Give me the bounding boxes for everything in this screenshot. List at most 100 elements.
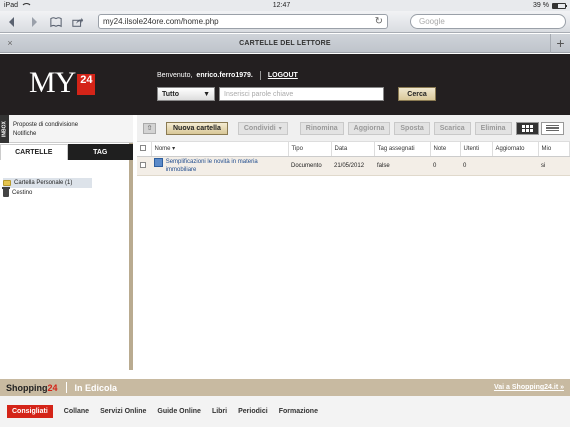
keyword-placeholder: Inserisci parole chiave xyxy=(224,90,294,98)
row-tags: false xyxy=(374,156,430,176)
new-tab-button[interactable]: + xyxy=(550,33,570,53)
row-updated xyxy=(492,156,538,176)
share-button[interactable]: Condividi xyxy=(237,121,288,135)
row-users: 0 xyxy=(460,156,492,176)
list-icon xyxy=(546,124,559,132)
tab-close-icon[interactable]: × xyxy=(0,38,20,48)
footer-nav-libri[interactable]: Libri xyxy=(212,408,227,415)
search-scope-select[interactable]: Tutto ▼ xyxy=(157,87,215,101)
action-toolbar: ⇧ Nuova cartella Condividi Rinomina Aggi… xyxy=(137,115,570,142)
column-header-mine[interactable]: Mio xyxy=(538,142,570,157)
files-table: Nome ▾ Tipo Data Tag assegnati Note Uten… xyxy=(137,142,570,176)
folder-tree: Cartella Personale (1) Cestino xyxy=(2,178,93,198)
welcome-bar: Benvenuto, enrico.ferro1979. LOGOUT xyxy=(157,71,298,80)
download-button[interactable]: Scarica xyxy=(433,121,471,135)
select-all-checkbox[interactable] xyxy=(137,142,152,157)
table-row[interactable]: Semplificazioni le novità in materia imm… xyxy=(137,156,570,176)
keyword-input[interactable]: Inserisci parole chiave xyxy=(219,87,384,101)
tab-tags[interactable]: TAG xyxy=(67,144,133,160)
welcome-text: Benvenuto, xyxy=(157,72,193,79)
site-header: MY 24 Benvenuto, enrico.ferro1979. LOGOU… xyxy=(0,54,570,115)
column-header-tags[interactable]: Tag assegnati xyxy=(374,142,431,157)
column-header-users[interactable]: Utenti xyxy=(460,142,493,157)
chevron-down-icon: ▼ xyxy=(203,90,210,98)
shopping24-link[interactable]: Vai a Shopping24.it » xyxy=(494,384,564,391)
my24-logo[interactable]: MY 24 xyxy=(29,66,96,99)
logout-link[interactable]: LOGOUT xyxy=(268,72,298,79)
column-header-notes[interactable]: Note xyxy=(430,142,461,157)
footer-nav: Consigliati Collane Servizi Online Guide… xyxy=(0,396,570,427)
divider xyxy=(259,71,261,80)
back-icon[interactable] xyxy=(4,15,20,29)
list-view-button[interactable] xyxy=(541,121,564,135)
table-header-row: Nome ▾ Tipo Data Tag assegnati Note Uten… xyxy=(137,142,570,157)
inbox-link-proposals[interactable]: Proposte di condivisione xyxy=(13,121,78,130)
folder-icon xyxy=(3,180,11,186)
tree-item-label: Cartella Personale (1) xyxy=(14,180,73,186)
row-name[interactable]: Semplificazioni le novità in materia imm… xyxy=(151,156,288,176)
search-button[interactable]: Cerca xyxy=(398,87,436,101)
footer-nav-collane[interactable]: Collane xyxy=(64,408,89,415)
grid-view-button[interactable] xyxy=(516,121,539,135)
column-header-type[interactable]: Tipo xyxy=(288,142,332,157)
divider xyxy=(65,382,67,393)
shopping-bar: Shopping24 In Edicola Vai a Shopping24.i… xyxy=(0,379,570,396)
row-date: 21/05/2012 xyxy=(331,156,374,176)
footer-nav-periodici[interactable]: Periodici xyxy=(238,408,268,415)
delete-button[interactable]: Elimina xyxy=(474,121,512,135)
row-notes: 0 xyxy=(430,156,460,176)
reload-icon[interactable]: ↻ xyxy=(375,16,383,27)
carrier-label: iPad xyxy=(4,2,19,9)
search-scope-value: Tutto xyxy=(162,90,179,98)
logo-text: MY xyxy=(29,66,76,99)
row-mine: si xyxy=(538,156,570,176)
grid-icon xyxy=(521,124,534,132)
row-type: Documento xyxy=(288,156,331,176)
move-button[interactable]: Sposta xyxy=(394,121,430,135)
status-bar: iPad 12:47 39 % xyxy=(0,0,570,11)
footer-nav-formazione[interactable]: Formazione xyxy=(279,408,318,415)
main-panel: ⇧ Nuova cartella Condividi Rinomina Aggi… xyxy=(137,115,570,370)
sidebar: INBOX Proposte di condivisione Notifiche… xyxy=(0,115,133,370)
folder-up-icon[interactable]: ⇧ xyxy=(143,122,156,134)
footer-nav-servizi-online[interactable]: Servizi Online xyxy=(100,408,146,415)
document-icon xyxy=(154,157,163,167)
footer-nav-consigliati[interactable]: Consigliati xyxy=(7,405,53,418)
username: enrico.ferro1979. xyxy=(196,72,253,79)
forward-icon[interactable] xyxy=(26,15,42,29)
tree-item-personal-folder[interactable]: Cartella Personale (1) xyxy=(3,178,93,188)
site-search: Tutto ▼ Inserisci parole chiave Cerca xyxy=(157,87,436,101)
logo-badge: 24 xyxy=(77,74,96,95)
browser-search-placeholder: Google xyxy=(419,17,445,26)
new-folder-button[interactable]: Nuova cartella xyxy=(166,121,228,135)
tab-folders[interactable]: CARTELLE xyxy=(0,144,68,160)
view-toggle xyxy=(516,121,564,135)
inbox-panel: INBOX Proposte di condivisione Notifiche xyxy=(0,115,133,143)
column-header-name[interactable]: Nome ▾ xyxy=(151,142,289,157)
battery-percent: 39 % xyxy=(533,2,549,9)
tree-item-trash[interactable]: Cestino xyxy=(2,187,92,198)
inbox-label: INBOX xyxy=(0,115,9,143)
row-checkbox[interactable] xyxy=(137,156,151,176)
browser-search-input[interactable]: Google xyxy=(410,14,566,29)
sidebar-tabs: CARTELLE TAG xyxy=(0,144,133,160)
column-header-date[interactable]: Data xyxy=(331,142,375,157)
tab-title[interactable]: CARTELLE DEL LETTORE xyxy=(20,40,550,47)
update-button[interactable]: Aggiorna xyxy=(347,121,391,135)
url-bar[interactable]: my24.ilsole24ore.com/home.php ↻ xyxy=(98,14,388,29)
footer-nav-guide-online[interactable]: Guide Online xyxy=(157,408,201,415)
clock: 12:47 xyxy=(272,2,291,9)
battery-icon xyxy=(551,2,567,9)
column-header-updated[interactable]: Aggiornato xyxy=(492,142,539,157)
rename-button[interactable]: Rinomina xyxy=(299,121,344,135)
bookmarks-icon[interactable] xyxy=(48,15,64,29)
shopping24-logo[interactable]: Shopping24 xyxy=(6,383,58,393)
share-icon[interactable] xyxy=(70,15,86,29)
wifi-icon xyxy=(21,2,33,9)
document-title[interactable]: Semplificazioni le novità in materia imm… xyxy=(166,158,285,174)
inbox-link-notifications[interactable]: Notifiche xyxy=(13,130,78,139)
url-text: my24.ilsole24ore.com/home.php xyxy=(103,17,219,26)
tab-bar: × CARTELLE DEL LETTORE + xyxy=(0,33,570,53)
browser-toolbar: my24.ilsole24ore.com/home.php ↻ Google xyxy=(0,11,570,33)
tree-item-label: Cestino xyxy=(12,190,33,196)
